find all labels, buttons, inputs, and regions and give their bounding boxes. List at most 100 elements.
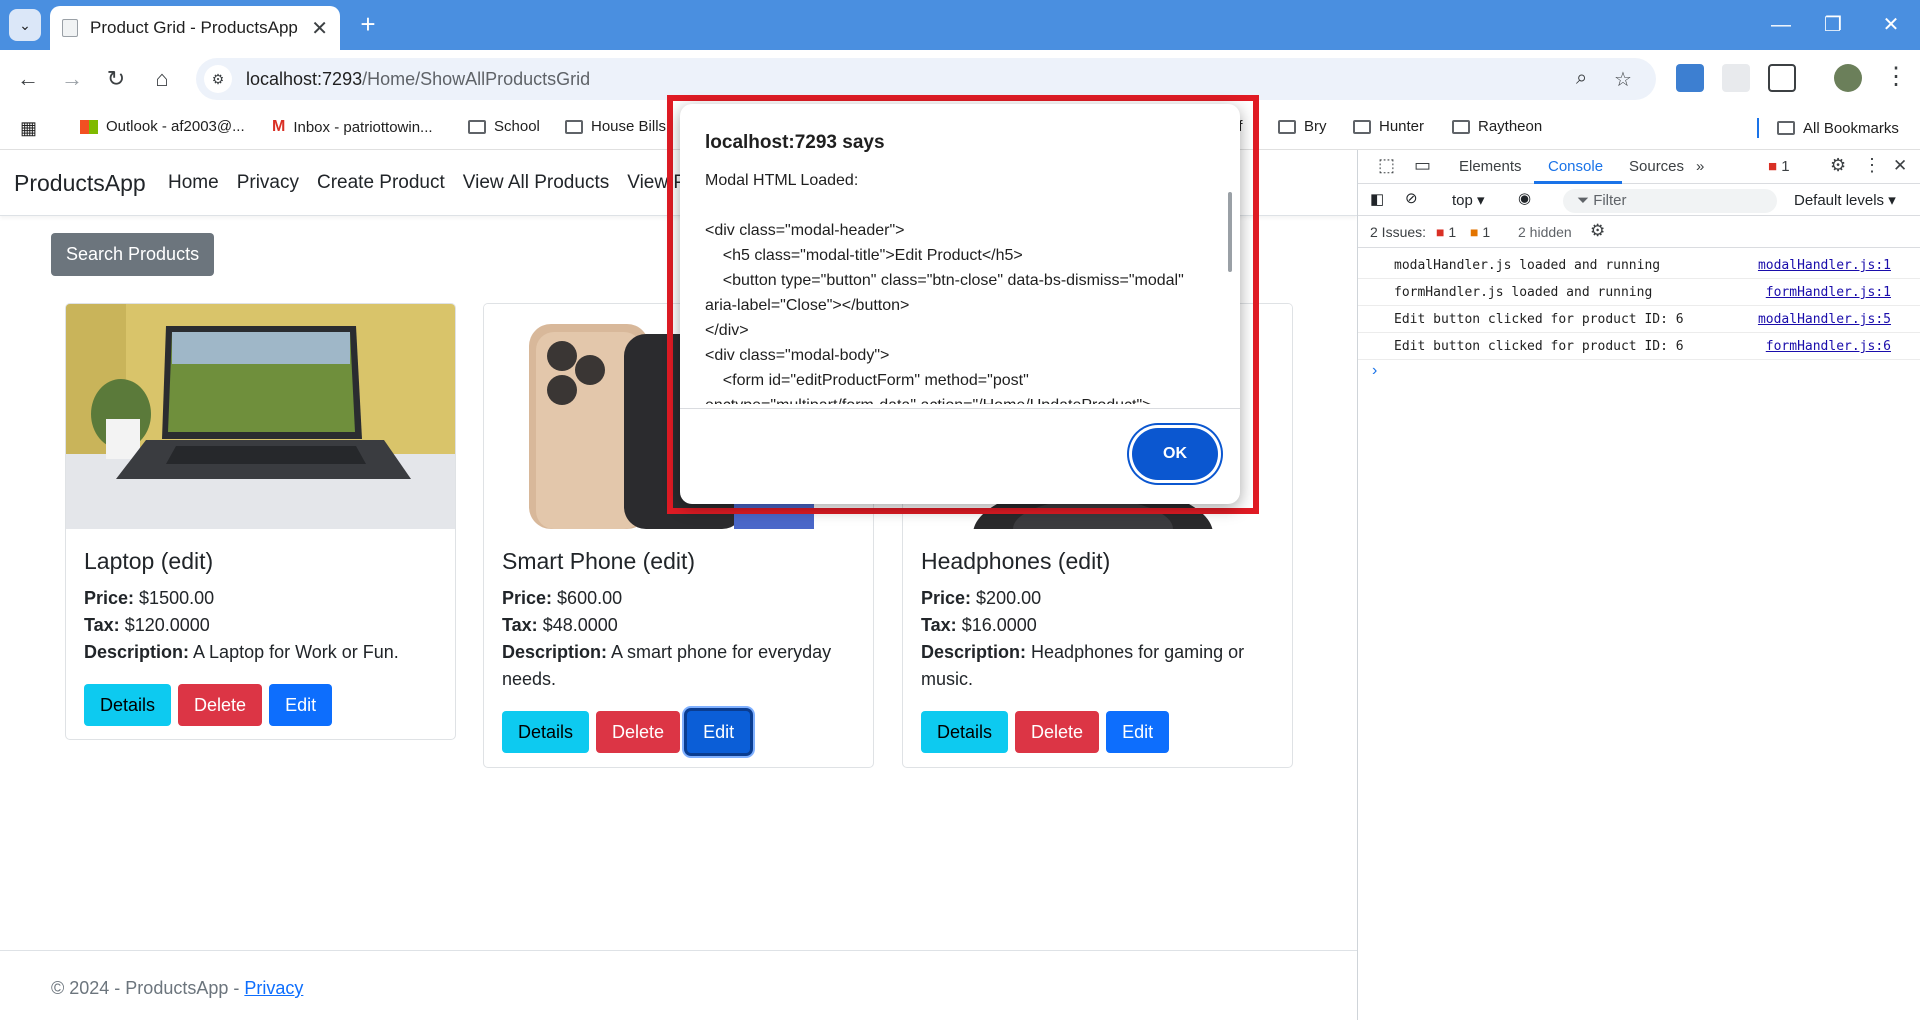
description-line: Description: A smart phone for everyday … xyxy=(502,642,832,689)
product-card-laptop: Laptop (edit) Price: $1500.00 Tax: $120.… xyxy=(65,303,456,740)
warning-icon: ■ xyxy=(1470,224,1479,240)
error-count-badge[interactable]: ■ 1 xyxy=(1768,158,1790,175)
context-selector[interactable]: top ▾ xyxy=(1452,191,1485,209)
dialog-scrollbar[interactable] xyxy=(1228,192,1232,272)
tab-console[interactable]: Console xyxy=(1548,158,1603,175)
product-title: Laptop (edit) xyxy=(84,548,214,574)
hidden-issues[interactable]: 2 hidden xyxy=(1518,224,1572,240)
address-bar[interactable]: ⚙ localhost:7293/Home/ShowAllProductsGri… xyxy=(196,58,1656,100)
browser-tab[interactable]: Product Grid - ProductsApp ✕ xyxy=(50,6,340,50)
console-filter-input[interactable]: ⏷ Filter xyxy=(1563,189,1777,213)
device-toolbar-icon[interactable]: ▭ xyxy=(1414,155,1431,176)
details-button[interactable]: Details xyxy=(502,711,590,753)
nav-create-product[interactable]: Create Product xyxy=(317,172,445,194)
folder-icon xyxy=(468,119,486,134)
home-icon[interactable]: ⌂ xyxy=(144,61,180,97)
bookmark-school[interactable]: School xyxy=(468,118,540,135)
forward-arrow-icon[interactable]: → xyxy=(54,61,90,97)
bookmark-hunter[interactable]: Hunter xyxy=(1353,118,1424,135)
profile-avatar[interactable] xyxy=(1834,64,1862,92)
all-bookmarks[interactable]: All Bookmarks xyxy=(1757,118,1899,138)
delete-button[interactable]: Delete xyxy=(178,684,263,726)
nav-home[interactable]: Home xyxy=(168,172,219,194)
window-close-icon[interactable]: ✕ xyxy=(1868,8,1914,42)
extension-grid-icon[interactable] xyxy=(1722,64,1750,92)
error-icon: ■ xyxy=(1436,224,1445,240)
back-arrow-icon[interactable]: ← xyxy=(10,61,46,97)
price-line: Price: $600.00 xyxy=(502,588,623,608)
folder-icon xyxy=(1353,119,1371,134)
brand-link[interactable]: ProductsApp xyxy=(14,170,146,197)
alert-dialog: localhost:7293 says Modal HTML Loaded: <… xyxy=(680,104,1240,504)
apps-grid-icon[interactable]: ▦ xyxy=(20,118,43,139)
dialog-message: Modal HTML Loaded: <div class="modal-hea… xyxy=(705,172,1184,404)
nav-view-all-products[interactable]: View All Products xyxy=(463,172,609,194)
site-footer: © 2024 - ProductsApp - Privacy xyxy=(0,950,1357,1020)
tax-line: Tax: $48.0000 xyxy=(502,615,618,635)
filter-funnel-icon: ⏷ xyxy=(1577,192,1590,209)
source-link[interactable]: formHandler.js:6 xyxy=(1766,339,1891,354)
clear-console-icon[interactable]: ⊘ xyxy=(1405,189,1418,207)
delete-button[interactable]: Delete xyxy=(1015,711,1100,753)
issues-settings-icon[interactable]: ⚙ xyxy=(1590,221,1605,241)
devtools-close-icon[interactable]: ✕ xyxy=(1893,156,1907,176)
folder-icon xyxy=(1278,119,1296,134)
console-message: Edit button clicked for product ID: 6 mod… xyxy=(1358,306,1920,333)
browser-menu-icon[interactable]: ⋮ xyxy=(1884,62,1908,91)
edit-button[interactable]: Edit xyxy=(687,711,751,753)
bookmark-inbox[interactable]: M Inbox - patriottowin... xyxy=(272,118,433,136)
description-line: Description: Headphones for gaming or mu… xyxy=(921,642,1245,689)
minimize-icon[interactable]: — xyxy=(1758,8,1804,42)
tab-elements[interactable]: Elements xyxy=(1459,158,1522,175)
console-filter-bar: ◧ ⊘ top ▾ ◉ ⏷ Filter Default levels ▾ xyxy=(1358,184,1920,216)
devtools-menu-icon[interactable]: ⋮ xyxy=(1863,155,1881,176)
log-levels-dropdown[interactable]: Default levels ▾ xyxy=(1794,191,1896,209)
restore-icon[interactable]: ❐ xyxy=(1810,8,1856,42)
edit-button[interactable]: Edit xyxy=(1106,711,1170,753)
folder-icon xyxy=(565,119,583,134)
tab-sources[interactable]: Sources xyxy=(1629,158,1684,175)
details-button[interactable]: Details xyxy=(84,684,172,726)
source-link[interactable]: modalHandler.js:5 xyxy=(1758,312,1891,327)
devtools-tabbar: ⬚ ▭ Elements Console Sources » ■ 1 ⚙ ⋮ ✕ xyxy=(1358,150,1920,184)
footer-privacy-link[interactable]: Privacy xyxy=(244,978,303,998)
source-link[interactable]: modalHandler.js:1 xyxy=(1758,258,1891,273)
console-prompt-icon[interactable]: › xyxy=(1372,362,1377,380)
extensions-puzzle-icon[interactable] xyxy=(1768,64,1796,92)
search-products-button[interactable]: Search Products xyxy=(51,233,215,276)
details-button[interactable]: Details xyxy=(921,711,1009,753)
bookmark-raytheon[interactable]: Raytheon xyxy=(1452,118,1542,135)
error-icon: ■ xyxy=(1768,158,1778,175)
source-link[interactable]: formHandler.js:1 xyxy=(1766,285,1891,300)
nav-privacy[interactable]: Privacy xyxy=(237,172,299,194)
url-text[interactable]: localhost:7293/Home/ShowAllProductsGrid xyxy=(246,69,590,90)
more-tabs-icon[interactable]: » xyxy=(1696,158,1704,175)
ok-button[interactable]: OK xyxy=(1132,428,1218,480)
footer-text: © 2024 - ProductsApp - Privacy xyxy=(51,978,304,998)
issues-warning-count[interactable]: ■ 1 xyxy=(1470,224,1490,240)
site-info-icon[interactable]: ⚙ xyxy=(204,65,232,93)
tab-strip: ⌄ Product Grid - ProductsApp ✕ + — ❐ ✕ xyxy=(0,0,1920,50)
product-title: Smart Phone (edit) xyxy=(502,548,696,574)
bookmark-house-bills[interactable]: House Bills xyxy=(565,118,666,135)
tab-title: Product Grid - ProductsApp xyxy=(90,18,298,37)
reload-icon[interactable]: ↻ xyxy=(98,61,134,97)
bookmark-star-icon[interactable]: ☆ xyxy=(1614,67,1632,92)
extension-s-icon[interactable] xyxy=(1676,64,1704,92)
bookmark-bry[interactable]: Bry xyxy=(1278,118,1327,135)
sidebar-toggle-icon[interactable]: ◧ xyxy=(1370,190,1384,208)
tab-close-icon[interactable]: ✕ xyxy=(311,16,328,41)
card-body: Headphones (edit) Price: $200.00 Tax: $1… xyxy=(921,548,1278,693)
bookmark-outlook[interactable]: Outlook - af2003@... xyxy=(80,118,245,135)
zoom-icon[interactable]: ⌕ xyxy=(1576,67,1587,90)
issues-error-count[interactable]: ■ 1 xyxy=(1436,224,1456,240)
live-expression-eye-icon[interactable]: ◉ xyxy=(1518,189,1531,207)
settings-gear-icon[interactable]: ⚙ xyxy=(1830,155,1846,176)
new-tab-plus-icon[interactable]: + xyxy=(354,10,382,38)
tab-search-chevron-icon[interactable]: ⌄ xyxy=(9,9,41,41)
inspect-element-icon[interactable]: ⬚ xyxy=(1378,155,1395,176)
console-message: Edit button clicked for product ID: 6 for… xyxy=(1358,333,1920,360)
delete-button[interactable]: Delete xyxy=(596,711,681,753)
microsoft-icon xyxy=(80,119,98,134)
edit-button[interactable]: Edit xyxy=(269,684,333,726)
